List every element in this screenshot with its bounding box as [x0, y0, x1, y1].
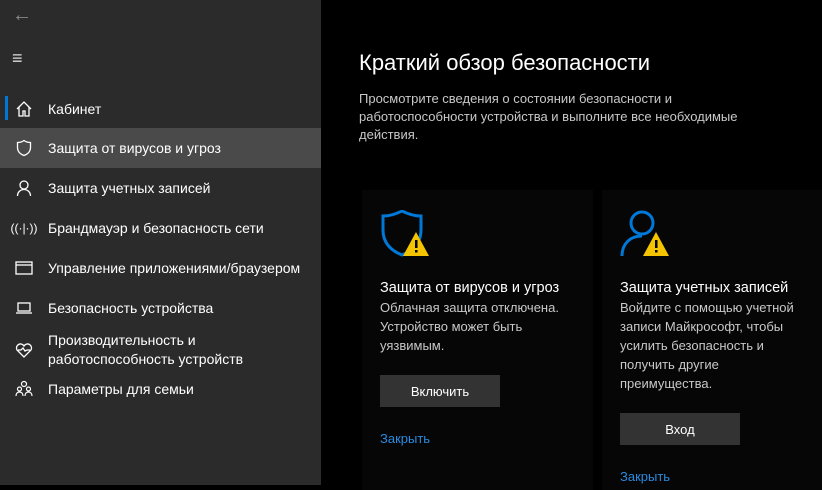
sidebar-item-app-browser[interactable]: Управление приложениями/браузером — [0, 248, 321, 288]
shield-warning-icon — [381, 210, 429, 257]
virus-protection-card: Защита от вирусов и угроз Облачная защит… — [362, 190, 593, 490]
page-title: Краткий обзор безопасности — [359, 50, 651, 75]
hamburger-menu-icon[interactable]: ≡ — [12, 48, 23, 69]
sidebar: ← ≡ Кабинет Защита от вирусов и угроз За… — [0, 0, 321, 485]
sidebar-item-virus-protection[interactable]: Защита от вирусов и угроз — [0, 128, 321, 168]
family-icon — [0, 380, 48, 398]
back-arrow-icon[interactable]: ← — [12, 4, 32, 27]
sidebar-item-firewall[interactable]: ((·|·)) Брандмауэр и безопасность сети — [0, 208, 321, 248]
wifi-antenna-icon: ((·|·)) — [10, 221, 38, 235]
sidebar-item-family[interactable]: Параметры для семьи — [0, 369, 321, 409]
home-icon — [0, 100, 48, 118]
person-icon — [0, 179, 48, 197]
turn-on-button[interactable]: Включить — [380, 375, 500, 407]
page-description: Просмотрите сведения о состоянии безопас… — [359, 91, 738, 142]
card-title: Защита от вирусов и угроз — [380, 280, 560, 296]
sidebar-item-device-security[interactable]: Безопасность устройства — [0, 288, 321, 328]
browser-window-icon — [0, 260, 48, 276]
main-content: Краткий обзор безопасности Просмотрите с… — [321, 0, 822, 490]
laptop-icon — [0, 300, 48, 316]
person-warning-icon — [620, 210, 669, 257]
heart-icon — [0, 342, 48, 358]
card-text: Облачная защита отключена. Устройство мо… — [380, 300, 559, 353]
dismiss-link[interactable]: Закрыть — [620, 469, 804, 484]
sidebar-item-home[interactable]: Кабинет — [0, 89, 321, 129]
card-text: Войдите с помощью учетной записи Майкрос… — [620, 300, 794, 391]
dismiss-link[interactable]: Закрыть — [380, 431, 575, 446]
card-title: Защита учетных записей — [620, 280, 789, 296]
sign-in-button[interactable]: Вход — [620, 413, 740, 445]
sidebar-item-account-protection[interactable]: Защита учетных записей — [0, 168, 321, 208]
sidebar-item-device-health[interactable]: Производительность и работоспособность у… — [0, 328, 321, 372]
shield-icon — [0, 139, 48, 157]
account-protection-card: Защита учетных записей Войдите с помощью… — [602, 190, 822, 490]
